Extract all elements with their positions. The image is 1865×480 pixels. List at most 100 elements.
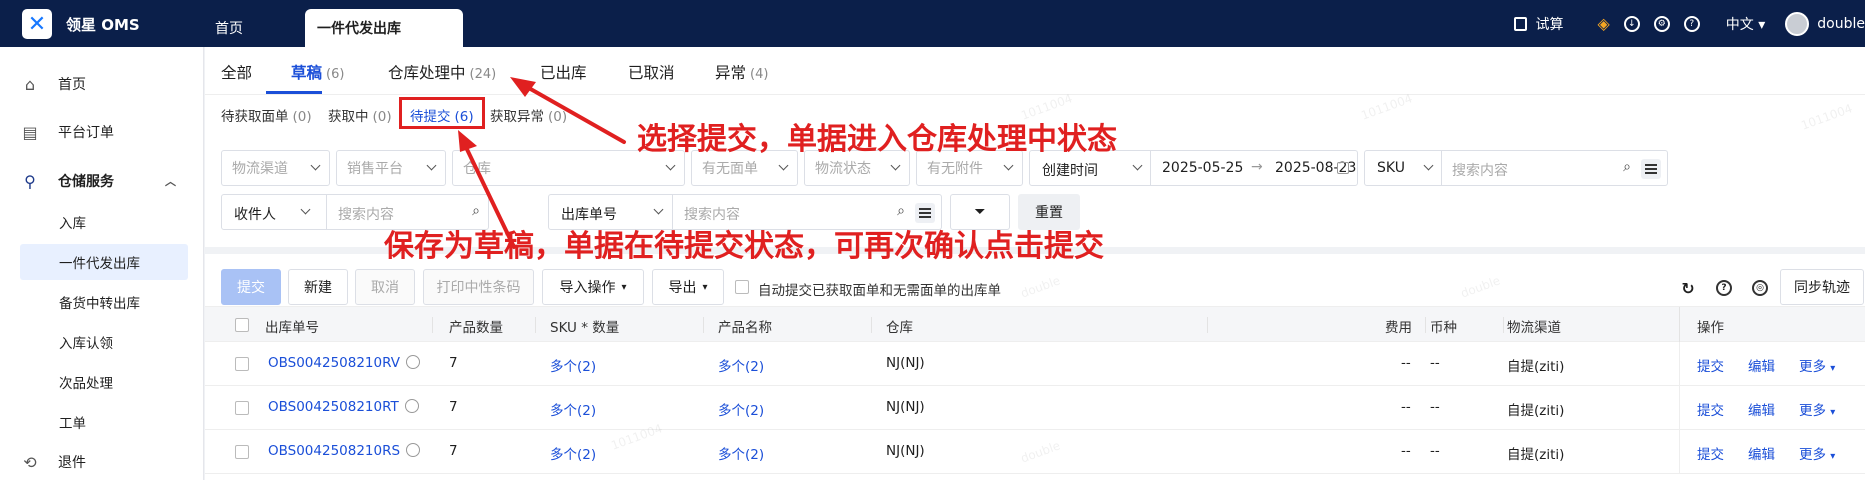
row-more-link[interactable]: 更多 ▾ [1799, 443, 1835, 463]
search-icon[interactable]: ⌕ [472, 203, 480, 219]
search-icon[interactable]: ⌕ [1623, 159, 1631, 175]
row-edit-link[interactable]: 编辑 [1748, 399, 1775, 419]
trial-button[interactable]: 试算 [1514, 14, 1563, 34]
tab-label: 仓库处理中 [388, 64, 466, 82]
sidebar-item-inbound[interactable]: 入库 [20, 204, 188, 240]
language-select[interactable]: 中文 ▾ [1726, 14, 1765, 34]
sku-select[interactable]: SKU [1377, 160, 1405, 176]
product-link[interactable]: 多个(2) [718, 399, 764, 419]
sidebar-item-defective[interactable]: 次品处理 [20, 364, 188, 400]
tab-all[interactable]: 全部 [221, 61, 252, 83]
chevron-down-icon [653, 204, 664, 215]
print-barcode-button[interactable]: 打印中性条码 [423, 269, 534, 305]
top-tab-dropship-outbound[interactable]: 一件代发出库 [305, 9, 463, 47]
sidebar-item-home[interactable]: ⌂ 首页 [20, 66, 188, 102]
row-more-link[interactable]: 更多 ▾ [1799, 355, 1835, 375]
product-link[interactable]: 多个(2) [718, 355, 764, 375]
tab-label: 草稿 [291, 64, 323, 82]
subtab-fetching[interactable]: 获取中 (0) [328, 105, 392, 125]
sidebar-item-transfer-outbound[interactable]: 备货中转出库 [20, 284, 188, 320]
select-all-checkbox[interactable] [235, 318, 249, 332]
brand-name: 领星 OMS [66, 15, 140, 34]
top-tab-home[interactable]: 首页 [215, 9, 243, 47]
subtab-count: (0) [292, 109, 312, 125]
download-icon[interactable]: ↓ [1623, 15, 1640, 32]
subtab-fetch-error[interactable]: 获取异常 (0) [490, 105, 567, 125]
table-row[interactable]: OBS0042508210RT 7 多个(2) 多个(2) NJ(NJ) -- … [205, 386, 1865, 430]
sidebar-item-work-order[interactable]: 工单 [20, 404, 188, 440]
currency-cell: -- [1430, 355, 1440, 371]
order-no-link[interactable]: OBS0042508210RS [268, 443, 421, 459]
row-submit-link[interactable]: 提交 [1697, 355, 1724, 375]
product-qty: 7 [449, 443, 458, 459]
top-navbar: ✕ 领星 OMS 首页 一件代发出库 试算 ◈ ↓ ⚙ ? 中文 ▾ doubl… [0, 0, 1865, 47]
avatar[interactable] [1785, 11, 1810, 36]
date-start[interactable]: 2025-05-25 [1162, 160, 1243, 176]
tab-label: 已取消 [628, 64, 675, 82]
row-checkbox[interactable] [235, 445, 249, 459]
chevron-down-icon [665, 160, 676, 171]
select-placeholder: 销售平台 [347, 161, 403, 177]
username[interactable]: double [1817, 16, 1865, 32]
new-button[interactable]: 新建 [288, 269, 348, 305]
row-more-link[interactable]: 更多 ▾ [1799, 399, 1835, 419]
subtab-awaiting-label[interactable]: 待获取面单 (0) [221, 105, 312, 125]
cancel-button[interactable]: 取消 [355, 269, 415, 305]
sidebar-item-label: 平台订单 [58, 125, 114, 141]
row-checkbox[interactable] [235, 357, 249, 371]
sku-link[interactable]: 多个(2) [550, 443, 596, 463]
currency-cell: -- [1430, 399, 1440, 415]
robot-icon[interactable]: ◈ [1597, 14, 1609, 33]
sidebar-item-dropship-outbound[interactable]: 一件代发出库 [20, 244, 188, 280]
tab-draft[interactable]: 草稿 (6) [291, 61, 344, 83]
column-settings-icon[interactable]: ◎ [1752, 280, 1768, 296]
sync-track-button[interactable]: 同步轨迹 [1780, 269, 1864, 305]
warehouse-cell: NJ(NJ) [886, 443, 925, 459]
logistics-channel-select[interactable]: 物流渠道 [221, 150, 330, 186]
column-divider [1425, 317, 1426, 333]
tab-exception[interactable]: 异常 (4) [715, 61, 768, 83]
help-icon[interactable]: ? [1716, 280, 1732, 296]
recipient-select[interactable]: 收件人 [234, 204, 276, 224]
import-dropdown[interactable]: 导入操作 ▾ [542, 269, 644, 305]
sku-link[interactable]: 多个(2) [550, 355, 596, 375]
row-submit-link[interactable]: 提交 [1697, 399, 1724, 419]
search-icon[interactable]: ⌕ [897, 203, 905, 219]
submit-button[interactable]: 提交 [221, 269, 281, 305]
sku-link[interactable]: 多个(2) [550, 399, 596, 419]
brand[interactable]: ✕ 领星 OMS [22, 9, 140, 39]
gear-icon[interactable]: ⚙ [1653, 15, 1670, 32]
bulk-input-icon[interactable] [915, 203, 935, 223]
select-placeholder: 物流渠道 [232, 161, 288, 177]
order-no-link[interactable]: OBS0042508210RV [268, 355, 420, 371]
tab-shipped[interactable]: 已出库 [540, 61, 587, 83]
row-edit-link[interactable]: 编辑 [1748, 443, 1775, 463]
sidebar-item-platform-orders[interactable]: ▤ 平台订单 [20, 114, 188, 150]
refresh-icon[interactable]: ↻ [1680, 279, 1696, 298]
time-type-select[interactable]: 创建时间 [1042, 160, 1098, 180]
auto-submit-checkbox[interactable] [735, 280, 749, 294]
arrow-right-icon: → [1251, 159, 1263, 175]
sidebar-item-returns[interactable]: ⟲ 退件 [20, 444, 188, 480]
tab-cancelled[interactable]: 已取消 [628, 61, 675, 83]
tab-processing[interactable]: 仓库处理中 (24) [388, 61, 496, 83]
column-header: SKU * 数量 [550, 320, 620, 336]
sales-platform-select[interactable]: 销售平台 [336, 150, 446, 186]
order-no-link[interactable]: OBS0042508210RT [268, 399, 419, 415]
table-row[interactable]: OBS0042508210RV 7 多个(2) 多个(2) NJ(NJ) -- … [205, 342, 1865, 386]
product-link[interactable]: 多个(2) [718, 443, 764, 463]
row-checkbox[interactable] [235, 401, 249, 415]
more-label: 更多 [1799, 359, 1826, 375]
help-icon[interactable]: ? [1683, 15, 1700, 32]
tab-label: 异常 [715, 64, 747, 82]
export-dropdown[interactable]: 导出 ▾ [652, 269, 724, 305]
search-input[interactable]: 搜索内容 [1452, 160, 1508, 180]
bulk-input-icon[interactable] [1641, 159, 1661, 179]
row-edit-link[interactable]: 编辑 [1748, 355, 1775, 375]
sidebar-item-warehouse-service[interactable]: ⚲ 仓储服务 ︿ [20, 163, 188, 199]
sidebar-item-label: 退件 [58, 455, 86, 471]
sku-search[interactable]: SKU 搜索内容 ⌕ [1364, 150, 1668, 186]
sidebar-item-inbound-claim[interactable]: 入库认领 [20, 324, 188, 360]
row-submit-link[interactable]: 提交 [1697, 443, 1724, 463]
tab-count: (4) [750, 67, 769, 82]
